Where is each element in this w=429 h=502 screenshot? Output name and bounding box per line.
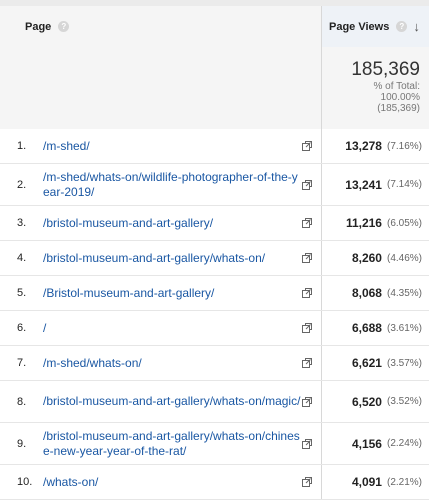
open-external-icon[interactable] — [301, 322, 313, 334]
total-label: % of Total: — [373, 81, 420, 92]
page-path-link[interactable]: /m-shed/whats-on/wildlife-photographer-o… — [43, 170, 301, 200]
table-row: 2. /m-shed/whats-on/wildlife-photographer… — [0, 164, 429, 206]
totals-cell: 185,369 % of Total: 100.00% (185,369) — [321, 47, 429, 129]
totals-row: 185,369 % of Total: 100.00% (185,369) — [0, 47, 429, 129]
page-path-link[interactable]: /m-shed/ — [43, 139, 301, 154]
table-row: 9. /bristol-museum-and-art-gallery/whats-… — [0, 423, 429, 465]
page-views-percent: (3.52%) — [386, 396, 422, 407]
page-path-link[interactable]: / — [43, 321, 301, 336]
page-cell: 7. /m-shed/whats-on/ — [0, 346, 321, 380]
sort-descending-icon[interactable]: ↓ — [413, 19, 420, 34]
open-external-icon[interactable] — [301, 396, 313, 408]
page-views-percent: (4.46%) — [386, 252, 422, 264]
page-path-link[interactable]: /bristol-museum-and-art-gallery/ — [43, 216, 301, 231]
page-views-value: 4,156 — [351, 436, 382, 451]
row-number: 1. — [17, 140, 27, 152]
total-percent: 100.00% — [380, 92, 420, 103]
page-views-column-header-label: Page Views — [329, 20, 390, 33]
page-cell: 6. / — [0, 311, 321, 345]
row-number: 7. — [17, 357, 27, 369]
page-cell: 9. /bristol-museum-and-art-gallery/whats-… — [0, 423, 321, 464]
table-row: 5. /Bristol-museum-and-art-gallery/8,068 (… — [0, 276, 429, 311]
open-external-icon[interactable] — [301, 357, 313, 369]
table-header: Page ? Page Views ? ↓ — [0, 6, 429, 47]
page-views-percent: (2.24%) — [386, 438, 422, 449]
page-views-cell: 11,216 (6.05%) — [321, 206, 429, 240]
open-external-icon[interactable] — [301, 140, 313, 152]
totals-spacer — [0, 47, 321, 129]
help-icon[interactable]: ? — [58, 21, 70, 32]
page-views-percent: (2.21%) — [386, 476, 422, 488]
table-row: 4. /bristol-museum-and-art-gallery/whats-… — [0, 241, 429, 276]
page-views-value: 6,688 — [351, 321, 382, 335]
page-column-header-label: Page — [25, 20, 52, 33]
row-number: 2. — [17, 178, 27, 191]
page-path-link[interactable]: /bristol-museum-and-art-gallery/whats-on… — [43, 394, 301, 409]
page-cell: 1. /m-shed/ — [0, 129, 321, 163]
open-external-icon[interactable] — [301, 217, 313, 229]
total-of: (185,369) — [377, 103, 420, 114]
page-views-cell: 6,520 (3.52%) — [321, 381, 429, 422]
open-external-icon[interactable] — [301, 438, 313, 450]
page-cell: 3. /bristol-museum-and-art-gallery/ — [0, 206, 321, 240]
page-views-percent: (6.05%) — [386, 217, 422, 229]
page-path-link[interactable]: /Bristol-museum-and-art-gallery/ — [43, 286, 301, 301]
page-views-percent: (4.35%) — [386, 287, 422, 299]
open-external-icon[interactable] — [301, 179, 313, 191]
page-cell: 4. /bristol-museum-and-art-gallery/whats-… — [0, 241, 321, 275]
page-views-percent: (7.16%) — [386, 140, 422, 152]
page-cell: 8. /bristol-museum-and-art-gallery/whats-… — [0, 381, 321, 422]
page-views-cell: 13,241 (7.14%) — [321, 164, 429, 205]
page-views-column-header[interactable]: Page Views ? ↓ — [321, 6, 429, 47]
total-page-views: 185,369 — [351, 59, 420, 80]
help-icon[interactable]: ? — [396, 21, 408, 32]
page-views-cell: 8,068 (4.35%) — [321, 276, 429, 310]
page-views-cell: 6,621 (3.57%) — [321, 346, 429, 380]
page-views-value: 8,068 — [351, 286, 382, 300]
open-external-icon[interactable] — [301, 252, 313, 264]
page-views-cell: 4,156 (2.24%) — [321, 423, 429, 464]
page-views-value: 13,241 — [345, 177, 382, 192]
row-number: 10. — [17, 476, 33, 488]
table-row: 7. /m-shed/whats-on/6,621 (3.57%) — [0, 346, 429, 381]
page-path-link[interactable]: /m-shed/whats-on/ — [43, 356, 301, 371]
page-cell: 10. /whats-on/ — [0, 465, 321, 499]
page-views-percent: (3.61%) — [386, 322, 422, 334]
page-views-value: 6,621 — [351, 356, 382, 370]
table-row: 3. /bristol-museum-and-art-gallery/11,216… — [0, 206, 429, 241]
page-views-value: 4,091 — [351, 475, 382, 489]
row-number: 3. — [17, 217, 27, 229]
page-column-header[interactable]: Page ? — [0, 6, 321, 47]
page-views-percent: (7.14%) — [386, 179, 422, 190]
page-views-value: 6,520 — [351, 394, 382, 409]
open-external-icon[interactable] — [301, 476, 313, 488]
page-path-link[interactable]: /whats-on/ — [43, 475, 301, 490]
table-row: 10. /whats-on/4,091 (2.21%) — [0, 465, 429, 500]
page-views-cell: 4,091 (2.21%) — [321, 465, 429, 499]
table-row: 1. /m-shed/13,278 (7.16%) — [0, 129, 429, 164]
page-cell: 5. /Bristol-museum-and-art-gallery/ — [0, 276, 321, 310]
page-views-value: 8,260 — [351, 251, 382, 265]
page-views-value: 11,216 — [345, 216, 382, 230]
page-views-value: 13,278 — [345, 139, 382, 153]
open-external-icon[interactable] — [301, 287, 313, 299]
row-number: 5. — [17, 287, 27, 299]
page-views-percent: (3.57%) — [386, 357, 422, 369]
page-views-cell: 13,278 (7.16%) — [321, 129, 429, 163]
row-number: 9. — [17, 437, 27, 450]
table-row: 8. /bristol-museum-and-art-gallery/whats-… — [0, 381, 429, 423]
row-number: 6. — [17, 322, 27, 334]
row-number: 4. — [17, 252, 27, 264]
page-views-cell: 8,260 (4.46%) — [321, 241, 429, 275]
page-path-link[interactable]: /bristol-museum-and-art-gallery/whats-on… — [43, 429, 301, 459]
page-views-cell: 6,688 (3.61%) — [321, 311, 429, 345]
row-number: 8. — [17, 395, 27, 408]
table-row: 6. / 6,688 (3.61%) — [0, 311, 429, 346]
page-views-report: Page ? Page Views ? ↓ 185,369 % of Total… — [0, 0, 429, 502]
page-path-link[interactable]: /bristol-museum-and-art-gallery/whats-on… — [43, 251, 301, 266]
page-cell: 2. /m-shed/whats-on/wildlife-photographer… — [0, 164, 321, 205]
